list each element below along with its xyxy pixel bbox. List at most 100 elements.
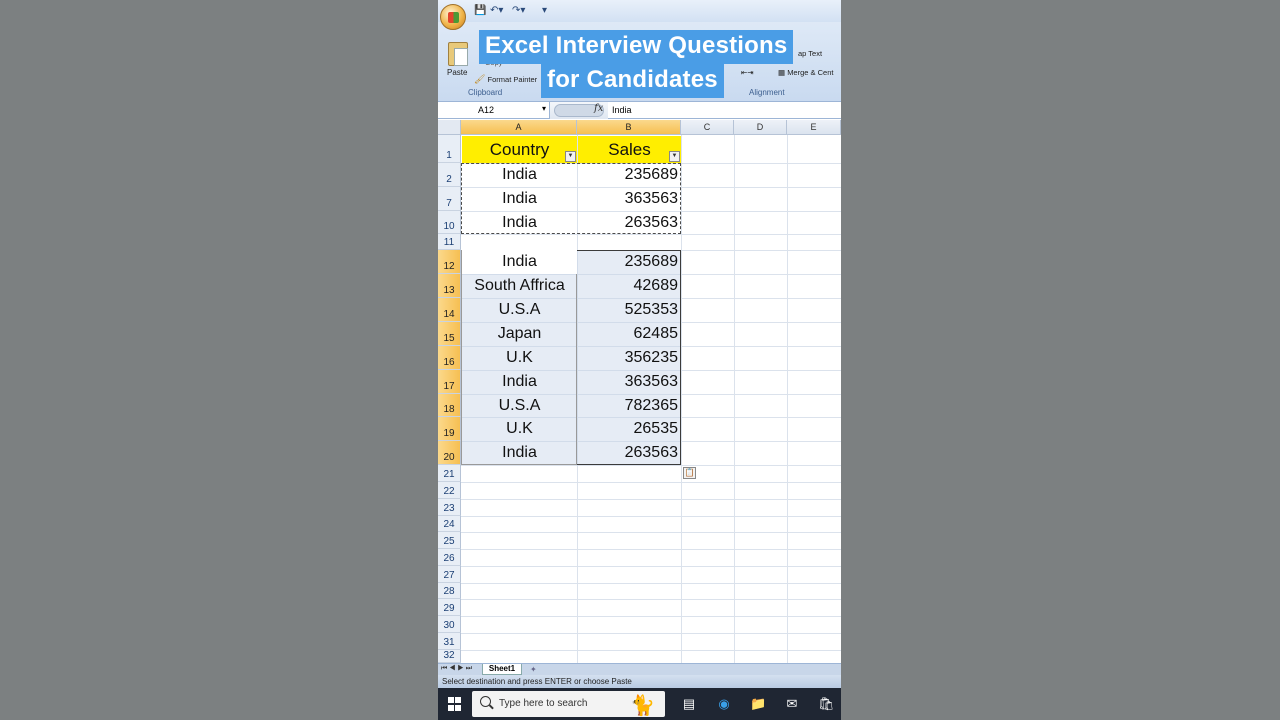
row-header[interactable]: 26 [438,549,461,566]
cell-sales[interactable]: 235689 [578,250,681,274]
row-header[interactable]: 13 [438,274,461,298]
insert-function-icon[interactable]: fx [594,103,603,114]
cell-a1[interactable]: Country ▼ [462,136,577,163]
indent-buttons[interactable]: ⇤⇥ [741,68,754,77]
cell-sales[interactable]: 363563 [578,187,681,211]
cell-b1[interactable]: Sales ▼ [578,136,681,163]
worksheet-grid[interactable]: A B C D E 1 2 7 10 11 12 13 14 15 16 17 … [438,120,841,663]
row-header[interactable]: 31 [438,633,461,650]
cell-sales[interactable]: 235689 [578,163,681,187]
cell-sales[interactable]: 263563 [578,211,681,234]
cell-country[interactable]: India [462,370,577,394]
sheet-nav-arrows[interactable]: ⏮◀▶⏭ [441,665,474,673]
customize-qat-icon[interactable]: ▾ [542,5,547,16]
column-header-d[interactable]: D [734,120,787,135]
row-header[interactable]: 16 [438,346,461,370]
taskbar-search[interactable]: Type here to search 🐈 [472,691,665,717]
grid-line [461,549,841,550]
cell-country[interactable]: U.K [462,417,577,441]
grid-line [461,599,841,600]
row-header[interactable]: 1 [438,135,461,163]
grid-line [461,465,841,466]
cell-country-active[interactable]: India [462,250,577,274]
row-header[interactable]: 15 [438,322,461,346]
row-header[interactable]: 19 [438,417,461,441]
search-icon [480,696,491,707]
column-header-b[interactable]: B [577,120,681,135]
row-header[interactable]: 11 [438,234,461,250]
cell-country[interactable]: India [462,441,577,465]
video-title-line1: Excel Interview Questions [479,30,794,64]
row-header[interactable]: 22 [438,482,461,499]
cell-country[interactable]: India [462,211,577,234]
grid-line [461,633,841,634]
cell-sales[interactable]: 42689 [578,274,681,298]
cell-sales[interactable]: 525353 [578,298,681,322]
cell-country[interactable]: India [462,163,577,187]
grid-line [461,499,841,500]
grid-line [461,516,841,517]
cell-sales[interactable]: 363563 [578,370,681,394]
grid-line [461,583,841,584]
row-header[interactable]: 7 [438,187,461,211]
sheet-tab-sheet1[interactable]: Sheet1 [482,664,522,675]
merge-center-button[interactable]: ▦ Merge & Cent [778,68,833,77]
row-header[interactable]: 23 [438,499,461,516]
select-all-corner[interactable] [438,120,461,135]
excel-window: 💾 ↶▾ ↷▾ ▾ Paste Copy 🖌 Format Painter Cl… [438,0,841,720]
row-header[interactable]: 24 [438,516,461,532]
clipboard-group-label: Clipboard [468,88,503,97]
grid-line [461,532,841,533]
store-icon[interactable]: 🛍 [818,696,835,712]
column-header-a[interactable]: A [461,120,577,135]
mail-icon[interactable]: ✉ [784,696,800,712]
file-explorer-icon[interactable]: 📁 [750,696,766,712]
cell-country[interactable]: U.S.A [462,298,577,322]
cell-country[interactable]: U.K [462,346,577,370]
row-header[interactable]: 2 [438,163,461,187]
cell-country[interactable]: South Affrica [462,274,577,298]
row-header[interactable]: 27 [438,566,461,583]
chevron-down-icon[interactable]: ▾ [542,104,546,113]
edge-icon[interactable]: ◉ [716,696,732,712]
windows-start-icon[interactable] [448,697,462,711]
cell-sales[interactable]: 782365 [578,394,681,417]
row-header[interactable]: 30 [438,616,461,633]
cell-sales[interactable]: 26535 [578,417,681,441]
insert-sheet-icon[interactable]: ✦ [530,665,537,674]
paste-button-label[interactable]: Paste [447,68,467,77]
grid-line [461,482,841,483]
paste-icon[interactable] [448,42,468,66]
task-view-icon[interactable]: ▤ [681,696,697,712]
row-header[interactable]: 29 [438,599,461,616]
formula-input[interactable]: India [612,105,632,115]
paste-options-icon[interactable]: 📋 [683,467,696,479]
row-header[interactable]: 25 [438,532,461,549]
cell-sales[interactable]: 263563 [578,441,681,465]
grid-line [461,616,841,617]
wrap-text-button[interactable]: ap Text [798,49,822,58]
redo-icon[interactable]: ↷▾ [512,5,525,16]
save-icon[interactable]: 💾 [474,5,486,16]
cell-sales[interactable]: 356235 [578,346,681,370]
cell-country[interactable]: Japan [462,322,577,346]
row-header[interactable]: 21 [438,465,461,482]
row-header[interactable]: 14 [438,298,461,322]
row-header[interactable]: 18 [438,394,461,417]
undo-icon[interactable]: ↶▾ [490,5,503,16]
cell-sales[interactable]: 62485 [578,322,681,346]
row-header[interactable]: 32 [438,650,461,663]
name-box[interactable]: A12 ▾ [438,102,550,119]
cell-country[interactable]: U.S.A [462,394,577,417]
row-header[interactable]: 17 [438,370,461,394]
cell-country[interactable]: India [462,187,577,211]
row-header[interactable]: 10 [438,211,461,234]
row-header[interactable]: 12 [438,250,461,274]
row-header[interactable]: 28 [438,583,461,599]
filter-dropdown-icon[interactable]: ▼ [565,151,576,162]
format-painter-button[interactable]: 🖌 Format Painter [474,74,537,85]
filter-dropdown-icon[interactable]: ▼ [669,151,680,162]
column-header-c[interactable]: C [681,120,734,135]
column-header-e[interactable]: E [787,120,841,135]
row-header[interactable]: 20 [438,441,461,465]
